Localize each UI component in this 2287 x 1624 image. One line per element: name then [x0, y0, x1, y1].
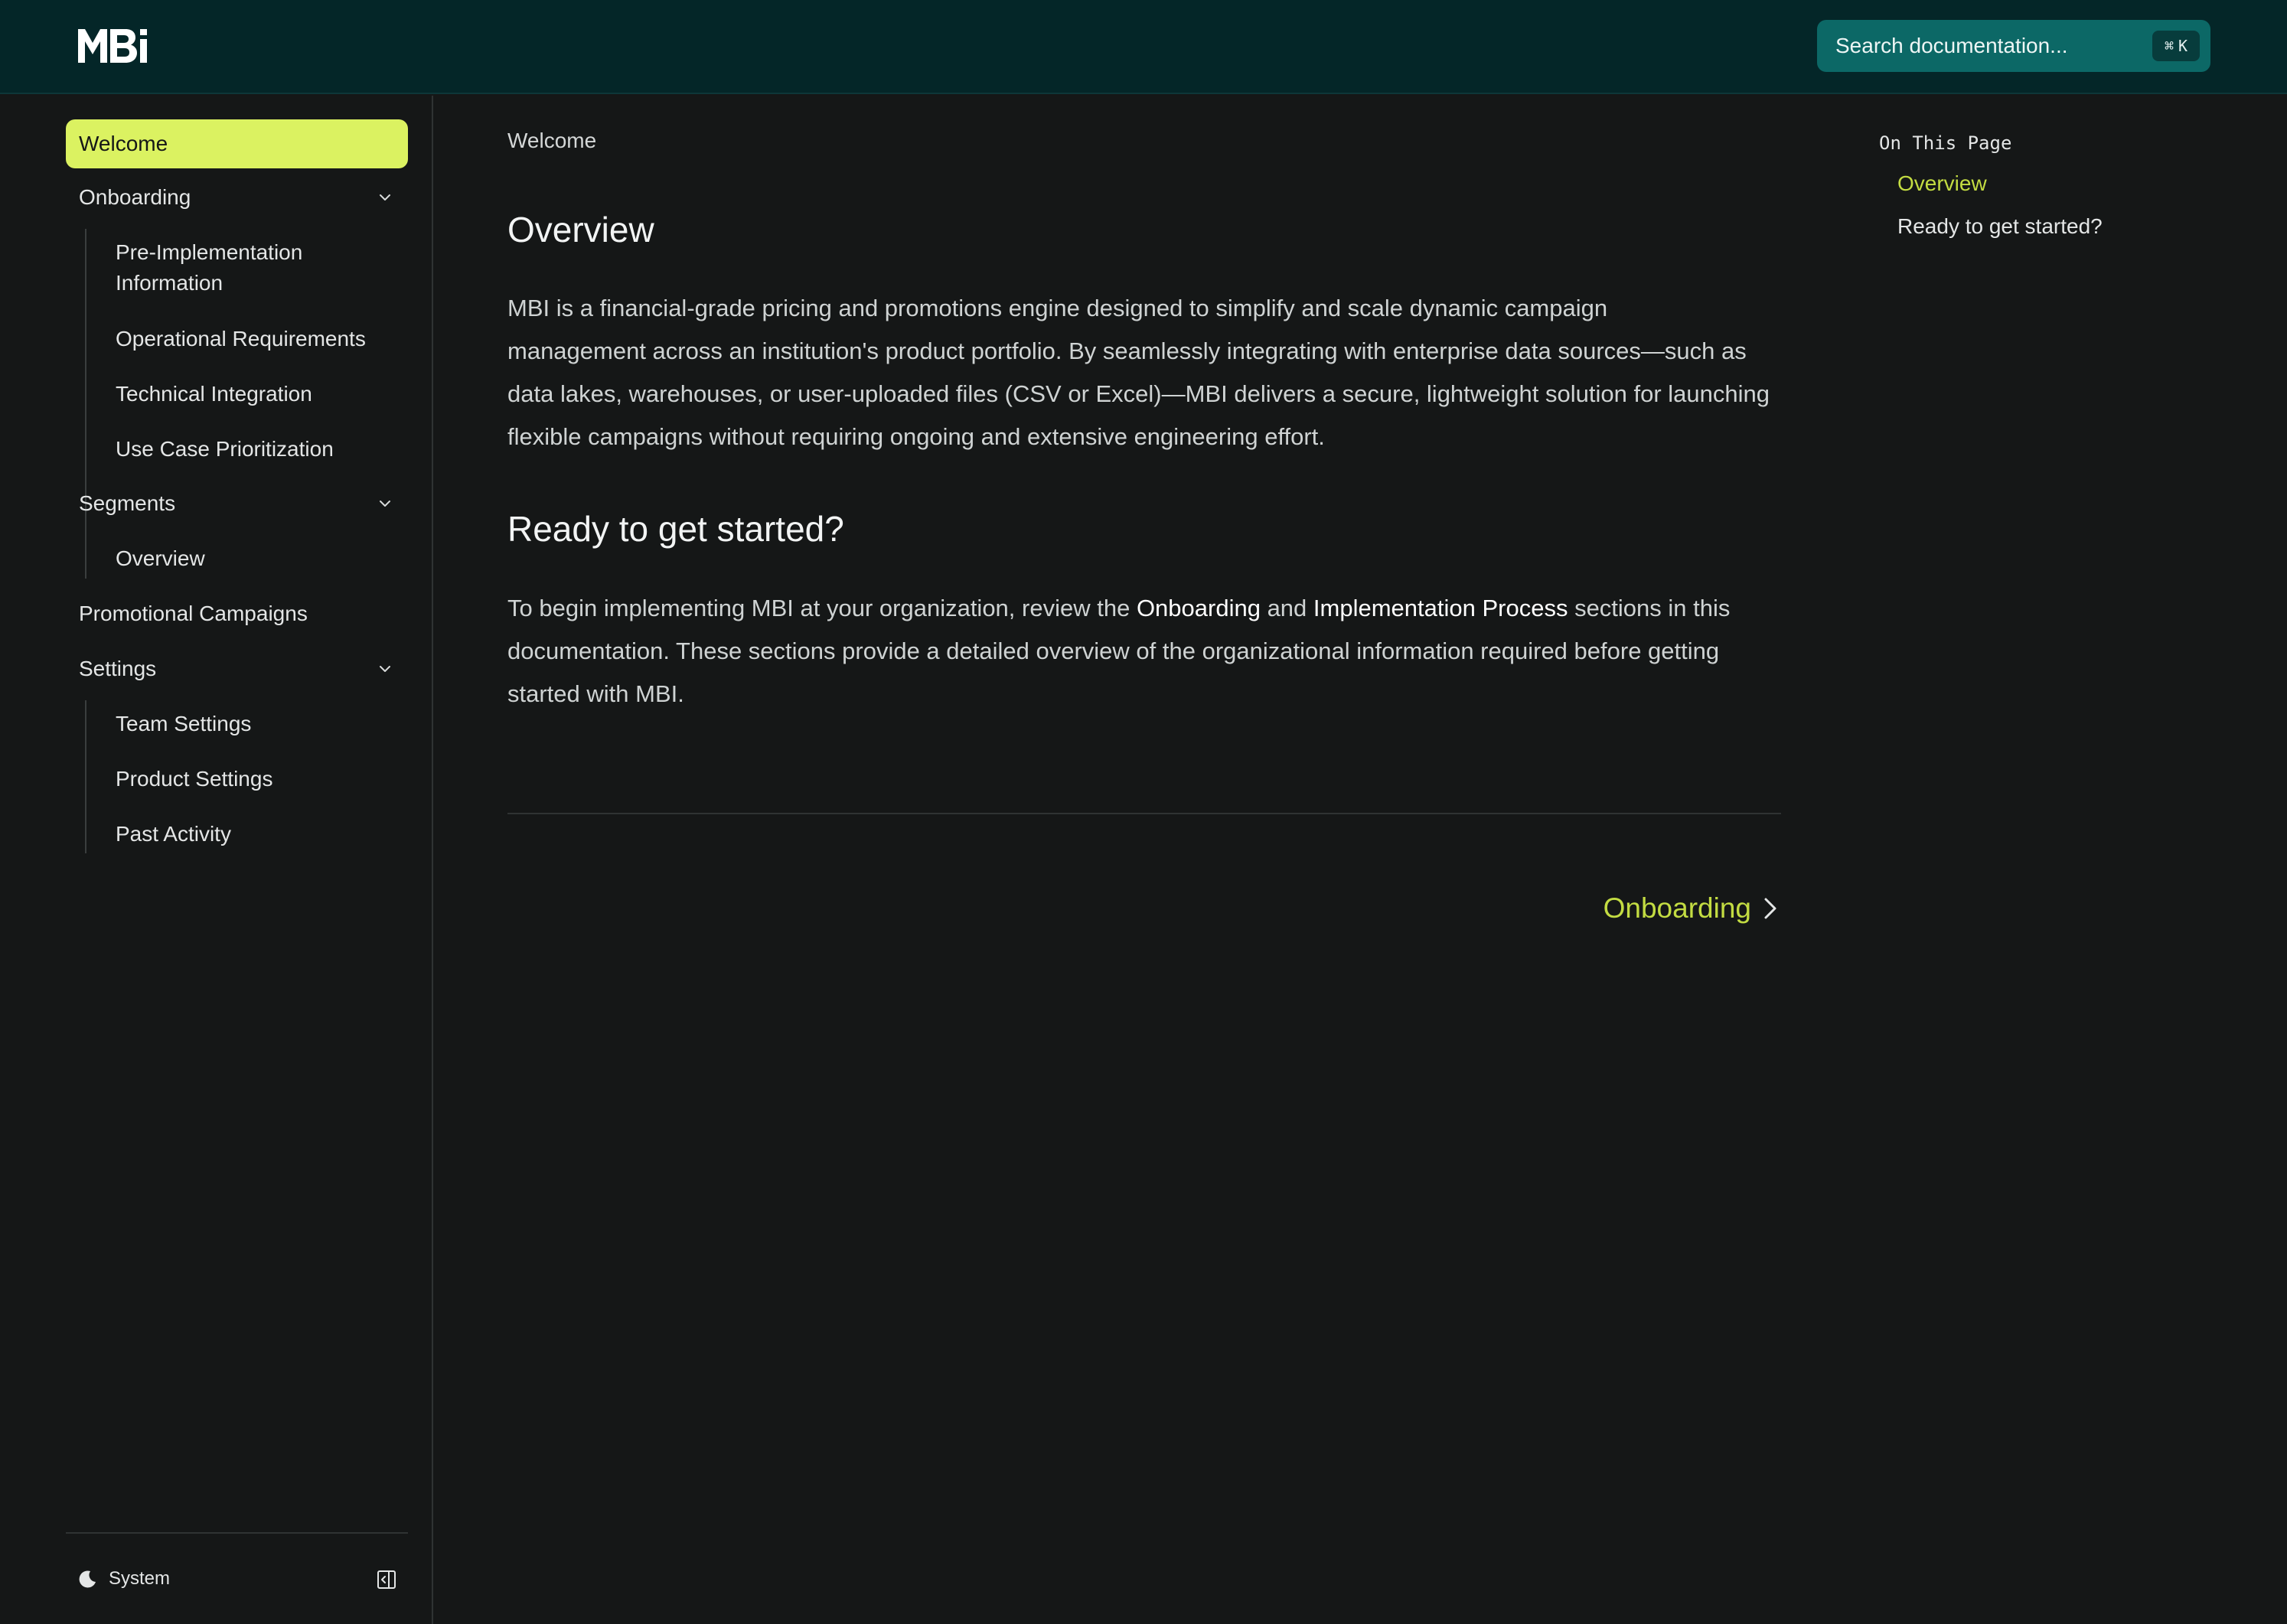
sidebar-toggle-icon[interactable] — [376, 1569, 397, 1590]
sidebar-item-label: Information — [116, 271, 223, 295]
toc-title: On This Page — [1879, 132, 2012, 154]
sidebar-item-welcome[interactable]: Welcome — [66, 119, 408, 168]
overview-paragraph: MBI is a financial-grade pricing and pro… — [507, 287, 1778, 458]
breadcrumb: Welcome — [507, 129, 597, 152]
search-shortcut-badge: ⌘ K — [2152, 31, 2200, 61]
segments-group-rail — [85, 536, 86, 579]
search-bar[interactable]: Search documentation... ⌘ K — [1817, 20, 2210, 72]
sidebar-item-label: Overview — [116, 546, 205, 570]
sidebar-item-label: Product Settings — [116, 767, 273, 791]
theme-label: System — [109, 1568, 171, 1589]
next-page-link[interactable]: Onboarding — [1604, 892, 1779, 925]
ready-paragraph: To begin implementing MBI at your organi… — [507, 587, 1778, 716]
sidebar-item-label: Pre-Implementation — [116, 240, 303, 264]
top-header: Search documentation... ⌘ K — [0, 0, 2287, 94]
sidebar-group-label: Settings — [79, 657, 157, 680]
sidebar-group-settings[interactable]: Settings — [66, 654, 408, 684]
sidebar-group-onboarding[interactable]: Onboarding — [66, 182, 408, 213]
sidebar-footer-divider — [66, 1532, 408, 1534]
chevron-down-icon[interactable] — [379, 497, 391, 510]
moon-icon — [79, 1570, 96, 1588]
onboarding-link[interactable]: Onboarding — [1137, 595, 1261, 621]
overview-heading: Overview — [507, 210, 654, 249]
paragraph-text: sections in this — [1568, 595, 1731, 621]
ready-heading: Ready to get started? — [507, 509, 844, 549]
toc-item-overview[interactable]: Overview — [1897, 171, 1987, 196]
sidebar-item-promotional-campaigns[interactable]: Promotional Campaigns — [66, 598, 408, 629]
sidebar-item-label: Use Case Prioritization — [116, 437, 334, 461]
search-placeholder: Search documentation... — [1835, 34, 2068, 57]
content-divider — [507, 813, 1781, 814]
sidebar-group-label: Onboarding — [79, 185, 191, 209]
paragraph-text: and — [1260, 595, 1313, 621]
sidebar-group-segments[interactable]: Segments — [66, 488, 408, 519]
chevron-down-icon[interactable] — [379, 663, 391, 675]
paragraph-line: documentation. These sections provide a … — [507, 638, 1720, 664]
sidebar: Welcome Onboarding Pre-Implementation In… — [0, 96, 433, 1624]
toc-item-ready[interactable]: Ready to get started? — [1897, 214, 2103, 239]
sidebar-item-label: Operational Requirements — [116, 327, 366, 351]
shortcut-key: K — [2178, 37, 2188, 55]
sidebar-item-team-settings[interactable]: Team Settings — [116, 709, 406, 739]
implementation-process-link[interactable]: Implementation Process — [1313, 595, 1568, 621]
sidebar-item-pre-implementation[interactable]: Pre-Implementation Information — [116, 237, 406, 298]
paragraph-text: To begin implementing MBI at your organi… — [507, 595, 1137, 621]
chevron-down-icon[interactable] — [379, 191, 391, 204]
theme-toggle[interactable]: System — [78, 1568, 170, 1590]
sidebar-item-label: Technical Integration — [116, 382, 312, 406]
sidebar-item-label: Promotional Campaigns — [79, 602, 308, 625]
sidebar-item-use-case-prioritization[interactable]: Use Case Prioritization — [116, 434, 406, 465]
sidebar-item-label: Team Settings — [116, 712, 252, 735]
sidebar-item-product-settings[interactable]: Product Settings — [116, 764, 406, 794]
paragraph-line: data lakes, warehouses, or user-uploaded… — [507, 380, 1770, 407]
paragraph-line: flexible campaigns without requiring ong… — [507, 423, 1325, 450]
sidebar-item-technical-integration[interactable]: Technical Integration — [116, 379, 406, 409]
sidebar-item-operational-requirements[interactable]: Operational Requirements — [116, 324, 406, 354]
sidebar-item-past-activity[interactable]: Past Activity — [116, 819, 406, 850]
sidebar-item-label: Past Activity — [116, 822, 231, 846]
command-key-icon: ⌘ — [2164, 37, 2174, 55]
sidebar-item-label: Welcome — [79, 132, 168, 155]
sidebar-group-label: Segments — [79, 491, 176, 515]
paragraph-line: MBI is a financial-grade pricing and pro… — [507, 295, 1608, 321]
sidebar-item-segments-overview[interactable]: Overview — [116, 543, 406, 574]
settings-group-rail — [85, 700, 86, 853]
paragraph-line: started with MBI. — [507, 680, 684, 707]
next-page-label: Onboarding — [1603, 892, 1751, 924]
paragraph-line: To begin implementing MBI at your organi… — [507, 587, 1778, 630]
paragraph-line: management across an institution's produ… — [507, 338, 1747, 364]
mbi-logo[interactable] — [78, 29, 148, 63]
chevron-right-icon — [1764, 898, 1776, 919]
